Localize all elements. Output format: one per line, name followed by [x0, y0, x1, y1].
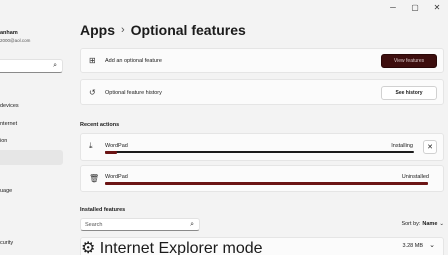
sort-value: Name: [422, 221, 438, 227]
uninstall-progress-track: [105, 181, 428, 185]
sidebar: anham 2000@aol.com ⌕ devices nternet ion…: [0, 0, 66, 255]
maximize-button[interactable]: ▢: [404, 0, 426, 14]
search-placeholder: Search: [85, 222, 103, 228]
feature-size: 3.28 MB: [402, 243, 423, 249]
recent-item-name: WordPad: [105, 143, 128, 149]
installed-search-input[interactable]: Search ⌕: [80, 218, 200, 231]
user-name: anham: [0, 30, 18, 36]
breadcrumb-apps[interactable]: Apps: [80, 22, 115, 38]
add-grid-icon: ⊞: [89, 56, 96, 65]
recent-action-row: ⤓ WordPad Installing ✕: [80, 133, 444, 161]
add-feature-label: Add an optional feature: [105, 58, 162, 64]
recent-item-status: Installing: [391, 143, 413, 149]
history-icon: ↺: [89, 88, 96, 97]
breadcrumb: Apps › Optional features: [80, 22, 246, 38]
feature-history-card: ↺ Optional feature history See history: [80, 79, 444, 105]
view-features-button[interactable]: View features: [381, 54, 437, 68]
recent-item-status: Uninstalled: [401, 174, 429, 180]
chevron-down-icon[interactable]: ⌄: [429, 241, 435, 249]
install-progress-track: [105, 150, 414, 154]
add-feature-card: ⊞ Add an optional feature View features: [80, 48, 444, 73]
feature-name: Internet Explorer mode: [99, 240, 263, 255]
uninstall-progress-fill: [105, 181, 428, 185]
search-icon: ⌕: [53, 62, 57, 69]
feature-history-label: Optional feature history: [105, 90, 162, 96]
trash-icon: 🗑: [89, 174, 100, 183]
chevron-down-icon: ⌄: [439, 221, 444, 227]
search-icon: ⌕: [190, 221, 194, 228]
installed-features-heading: Installed features: [80, 207, 126, 213]
cancel-install-button[interactable]: ✕: [423, 140, 437, 154]
sidebar-item-apps[interactable]: [0, 150, 63, 165]
user-email: 2000@aol.com: [0, 38, 31, 43]
recent-action-row: 🗑 WordPad Uninstalled: [80, 165, 444, 192]
sidebar-item-personalization[interactable]: ion: [0, 138, 7, 144]
close-window-button[interactable]: ✕: [426, 0, 448, 14]
sidebar-item-devices[interactable]: devices: [0, 103, 19, 109]
download-icon: ⤓: [89, 141, 93, 150]
gear-icon: ⚙: [81, 240, 96, 255]
install-progress-fill: [105, 150, 118, 154]
page-title: Optional features: [130, 22, 246, 38]
recent-item-name: WordPad: [105, 174, 128, 180]
breadcrumb-chevron-icon: ›: [121, 24, 125, 36]
sidebar-item-security[interactable]: curity: [0, 240, 13, 246]
installed-feature-row[interactable]: ⚙ Internet Explorer mode 3.28 MB ⌄: [80, 237, 444, 255]
see-history-button[interactable]: See history: [381, 86, 437, 100]
settings-search-input[interactable]: ⌕: [0, 59, 63, 73]
sort-label: Sort by:: [401, 221, 421, 227]
window-controls: ─ ▢ ✕: [382, 0, 448, 14]
sidebar-item-network[interactable]: nternet: [0, 121, 17, 127]
minimize-button[interactable]: ─: [382, 0, 404, 14]
sort-dropdown[interactable]: Sort by: Name ⌄: [401, 221, 444, 227]
sidebar-item-language[interactable]: uage: [0, 188, 12, 194]
recent-actions-heading: Recent actions: [80, 122, 120, 128]
